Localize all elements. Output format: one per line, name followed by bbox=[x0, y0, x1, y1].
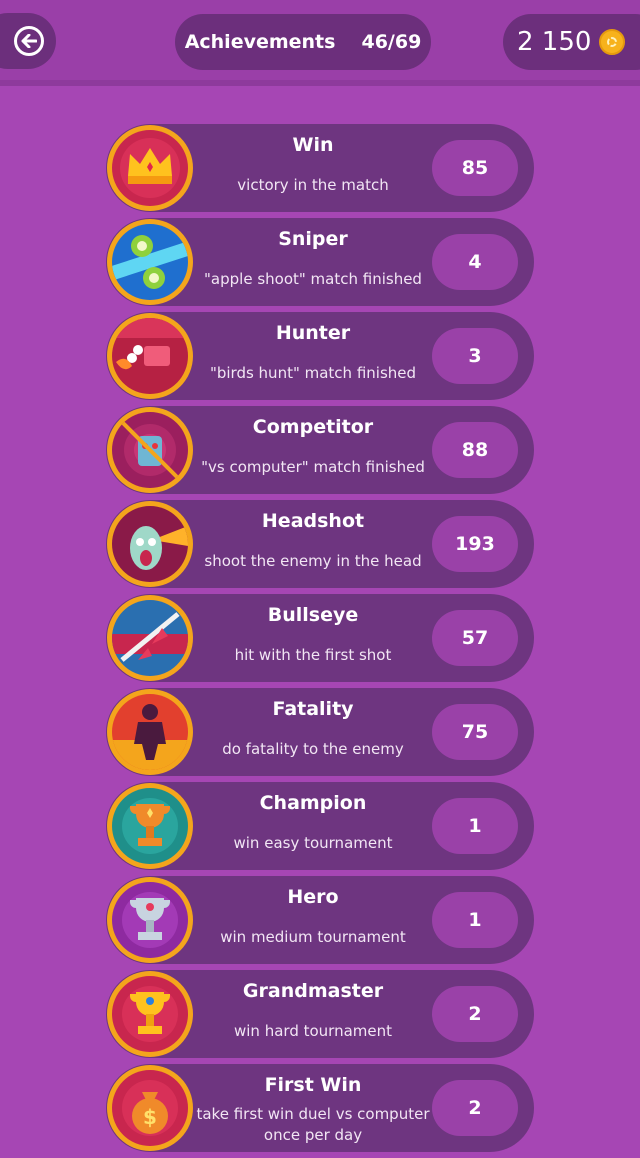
achievement-count: 57 bbox=[432, 610, 518, 666]
achievement-name: Headshot bbox=[261, 510, 365, 532]
achievement-name: Win bbox=[292, 134, 334, 156]
achievement-description: hit with the first shot bbox=[234, 646, 392, 664]
gold-trophy-icon bbox=[107, 971, 193, 1057]
achievement-count: 193 bbox=[432, 516, 518, 572]
achievement-description: victory in the match bbox=[237, 176, 389, 194]
back-arrow-icon bbox=[14, 26, 44, 56]
achievement-row-win[interactable]: Win victory in the match 85 bbox=[106, 124, 534, 212]
achievement-row-hunter[interactable]: Hunter "birds hunt" match finished 3 bbox=[106, 312, 534, 400]
apple-shot-icon bbox=[107, 219, 193, 305]
bronze-trophy-icon bbox=[107, 783, 193, 869]
achievement-description: take first win duel vs computer once per… bbox=[196, 1105, 430, 1144]
achievement-count: 3 bbox=[432, 328, 518, 384]
coin-icon bbox=[599, 29, 626, 55]
bird-hunt-icon bbox=[107, 313, 193, 399]
achievement-description: "birds hunt" match finished bbox=[209, 364, 417, 382]
silver-trophy-icon bbox=[107, 877, 193, 963]
achievement-row-grandmaster[interactable]: Grandmaster win hard tournament 2 bbox=[106, 970, 534, 1058]
achievements-list: Win victory in the match 85 Sniper "appl… bbox=[106, 124, 534, 1158]
achievement-description: win medium tournament bbox=[220, 928, 406, 946]
crown-icon bbox=[107, 125, 193, 211]
achievement-name: First Win bbox=[264, 1074, 362, 1096]
robot-icon bbox=[107, 407, 193, 493]
achievements-progress: 46/69 bbox=[361, 31, 422, 53]
achievements-title-pill: Achievements 46/69 bbox=[175, 14, 431, 70]
achievement-count: 2 bbox=[432, 986, 518, 1042]
achievement-row-champion[interactable]: Champion win easy tournament 1 bbox=[106, 782, 534, 870]
money-bag-icon: $ bbox=[107, 1065, 193, 1151]
achievement-name: Sniper bbox=[278, 228, 348, 250]
arrow-target-icon bbox=[107, 595, 193, 681]
achievement-description: "vs computer" match finished bbox=[201, 458, 425, 476]
achievement-row-first-win[interactable]: $ First Win take first win duel vs compu… bbox=[106, 1064, 534, 1152]
achievement-name: Bullseye bbox=[267, 604, 359, 626]
achievement-count: 2 bbox=[432, 1080, 518, 1136]
achievement-name: Hero bbox=[287, 886, 339, 908]
achievement-count: 1 bbox=[432, 798, 518, 854]
zombie-headshot-icon bbox=[107, 501, 193, 587]
achievement-count: 88 bbox=[432, 422, 518, 478]
achievement-name: Grandmaster bbox=[242, 980, 384, 1002]
achievement-description: "apple shoot" match finished bbox=[204, 270, 422, 288]
fatality-icon bbox=[107, 689, 193, 775]
achievement-name: Competitor bbox=[252, 416, 374, 438]
achievement-description: do fatality to the enemy bbox=[222, 740, 404, 758]
achievement-name: Fatality bbox=[272, 698, 354, 720]
achievement-row-fatality[interactable]: Fatality do fatality to the enemy 75 bbox=[106, 688, 534, 776]
coins-amount: 2 150 bbox=[517, 27, 592, 57]
achievement-description: win easy tournament bbox=[233, 834, 393, 852]
achievement-count: 4 bbox=[432, 234, 518, 290]
achievement-count: 1 bbox=[432, 892, 518, 948]
achievement-row-hero[interactable]: Hero win medium tournament 1 bbox=[106, 876, 534, 964]
achievement-row-sniper[interactable]: Sniper "apple shoot" match finished 4 bbox=[106, 218, 534, 306]
achievement-row-headshot[interactable]: Headshot shoot the enemy in the head 193 bbox=[106, 500, 534, 588]
coins-balance[interactable]: 2 150 bbox=[503, 14, 640, 70]
achievement-name: Hunter bbox=[275, 322, 351, 344]
achievement-name: Champion bbox=[259, 792, 367, 814]
achievement-row-competitor[interactable]: Competitor "vs computer" match finished … bbox=[106, 406, 534, 494]
achievement-description: win hard tournament bbox=[234, 1022, 392, 1040]
achievement-description: shoot the enemy in the head bbox=[204, 552, 422, 570]
achievement-count: 85 bbox=[432, 140, 518, 196]
svg-text:$: $ bbox=[143, 1105, 157, 1129]
achievement-row-bullseye[interactable]: Bullseye hit with the first shot 57 bbox=[106, 594, 534, 682]
page-title: Achievements bbox=[184, 31, 336, 53]
top-bar-divider bbox=[0, 80, 640, 86]
back-button[interactable] bbox=[0, 13, 56, 69]
achievement-count: 75 bbox=[432, 704, 518, 760]
